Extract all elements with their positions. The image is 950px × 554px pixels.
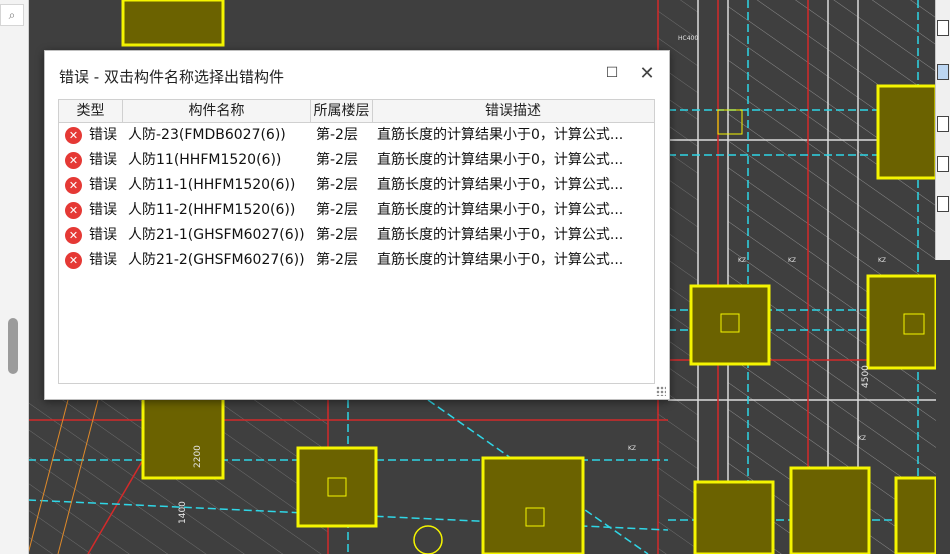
table-row[interactable]: ✕ 错误 人防11(HHFM1520(6)) 第-2层 直筋长度的计算结果小于0… [59, 148, 654, 173]
panel-scrollbar[interactable] [8, 318, 18, 374]
row-floor: 第-2层 [316, 127, 358, 143]
svg-text:KZ: KZ [738, 257, 746, 264]
row-desc: 直筋长度的计算结果小于0，计算公式... [377, 127, 624, 143]
row-name[interactable]: 人防-23(FMDB6027(6)) [128, 123, 286, 148]
error-dialog: 错误 - 双击构件名称选择出错构件 ☐ ✕ 类型 构件名称 所属楼层 错误描述 … [44, 50, 670, 400]
row-type: 错误 [89, 152, 117, 168]
search-icon[interactable]: ⌕ [0, 4, 24, 26]
row-type: 错误 [89, 127, 117, 143]
row-type: 错误 [89, 202, 117, 218]
column-header-type[interactable]: 类型 [59, 100, 123, 122]
cad-dimension-2200: 2200 [193, 445, 203, 468]
row-floor: 第-2层 [316, 227, 358, 243]
row-name[interactable]: 人防11(HHFM1520(6)) [128, 148, 281, 173]
row-floor: 第-2层 [316, 152, 358, 168]
tool-cube-icon[interactable] [937, 156, 949, 172]
column-header-floor[interactable]: 所属楼层 [311, 100, 373, 122]
table-row[interactable]: ✕ 错误 人防11-2(HHFM1520(6)) 第-2层 直筋长度的计算结果小… [59, 198, 654, 223]
table-row[interactable]: ✕ 错误 人防21-2(GHSFM6027(6)) 第-2层 直筋长度的计算结果… [59, 248, 654, 273]
error-table: 类型 构件名称 所属楼层 错误描述 ✕ 错误 人防-23(FMDB6027(6)… [58, 99, 655, 384]
row-desc: 直筋长度的计算结果小于0，计算公式... [377, 252, 624, 268]
tool-rect-icon[interactable] [937, 20, 949, 36]
svg-text:KZ: KZ [858, 435, 866, 442]
row-desc: 直筋长度的计算结果小于0，计算公式... [377, 152, 624, 168]
tool-corner-icon[interactable] [937, 116, 949, 132]
maximize-button[interactable]: ☐ [600, 61, 624, 85]
resize-grip[interactable] [656, 386, 666, 396]
row-desc: 直筋长度的计算结果小于0，计算公式... [377, 177, 624, 193]
cad-dimension-1400: 1400 [178, 501, 188, 524]
tool-list-icon[interactable] [937, 196, 949, 212]
row-floor: 第-2层 [316, 177, 358, 193]
svg-text:KZ: KZ [878, 257, 886, 264]
table-row[interactable]: ✕ 错误 人防21-1(GHSFM6027(6)) 第-2层 直筋长度的计算结果… [59, 223, 654, 248]
table-header: 类型 构件名称 所属楼层 错误描述 [59, 100, 654, 123]
maximize-icon: ☐ [605, 65, 619, 81]
row-type: 错误 [89, 227, 117, 243]
dialog-title: 错误 - 双击构件名称选择出错构件 [59, 68, 284, 86]
svg-text:KZ: KZ [788, 257, 796, 264]
column-header-desc[interactable]: 错误描述 [373, 100, 653, 122]
error-icon: ✕ [65, 177, 82, 194]
row-type: 错误 [89, 177, 117, 193]
column-header-name[interactable]: 构件名称 [123, 100, 311, 122]
row-desc: 直筋长度的计算结果小于0，计算公式... [377, 202, 624, 218]
error-icon: ✕ [65, 252, 82, 269]
close-icon: ✕ [639, 62, 655, 84]
error-icon: ✕ [65, 127, 82, 144]
table-row[interactable]: ✕ 错误 人防-23(FMDB6027(6)) 第-2层 直筋长度的计算结果小于… [59, 123, 654, 148]
row-floor: 第-2层 [316, 252, 358, 268]
row-name[interactable]: 人防21-2(GHSFM6027(6)) [128, 248, 305, 273]
row-name[interactable]: 人防21-1(GHSFM6027(6)) [128, 223, 305, 248]
svg-text:KZ: KZ [628, 445, 636, 452]
row-floor: 第-2层 [316, 202, 358, 218]
close-button[interactable]: ✕ [635, 61, 659, 85]
svg-text:HC400: HC400 [678, 35, 698, 42]
left-panel-strip: ⌕ [0, 0, 29, 554]
tool-3d-icon[interactable] [937, 64, 949, 80]
row-type: 错误 [89, 252, 117, 268]
error-icon: ✕ [65, 152, 82, 169]
error-icon: ✕ [65, 202, 82, 219]
right-toolbar-strip [935, 0, 950, 260]
cad-dimension-4500: 4500 [861, 365, 871, 388]
row-desc: 直筋长度的计算结果小于0，计算公式... [377, 227, 624, 243]
error-icon: ✕ [65, 227, 82, 244]
row-name[interactable]: 人防11-2(HHFM1520(6)) [128, 198, 295, 223]
row-name[interactable]: 人防11-1(HHFM1520(6)) [128, 173, 295, 198]
table-row[interactable]: ✕ 错误 人防11-1(HHFM1520(6)) 第-2层 直筋长度的计算结果小… [59, 173, 654, 198]
